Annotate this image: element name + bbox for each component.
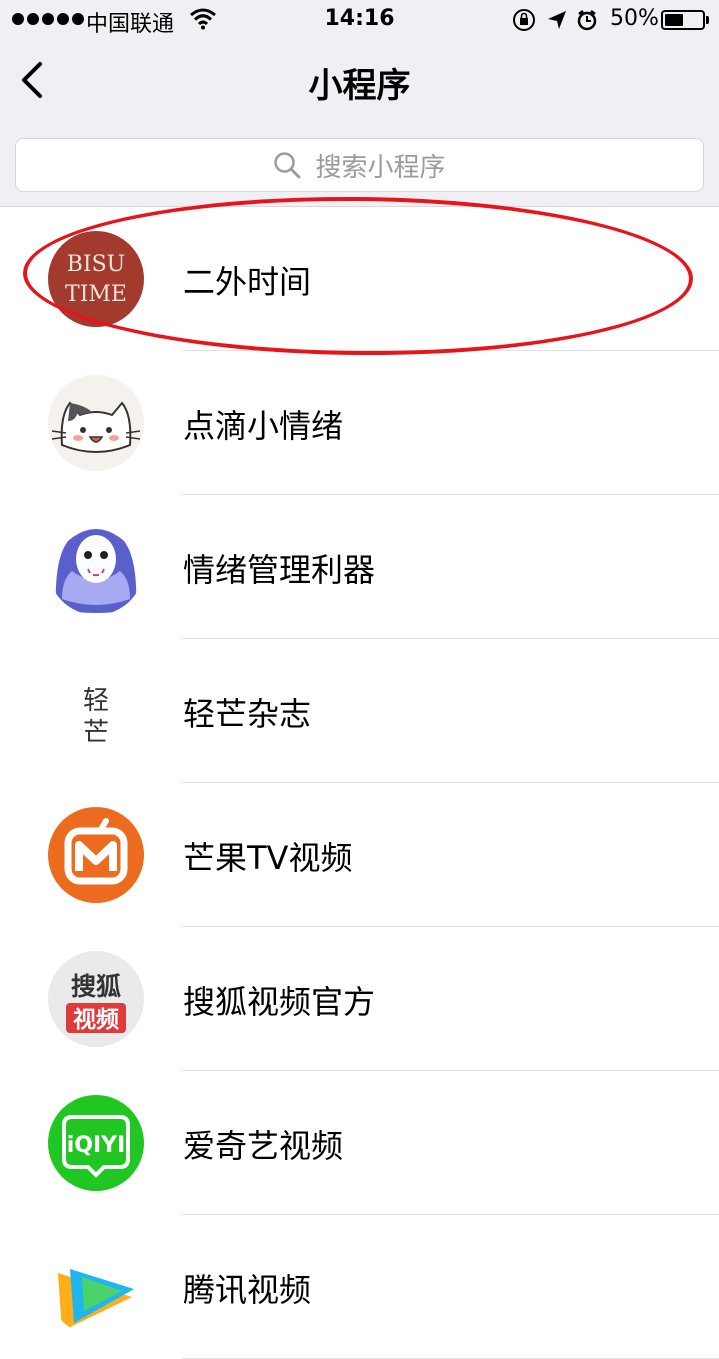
list-item-label: 二外时间 (183, 263, 312, 301)
list-item[interactable]: 情绪管理利器 (0, 495, 719, 639)
page-title: 小程序 (308, 66, 411, 106)
cat-face-icon (48, 375, 144, 471)
list-item[interactable]: 搜狐 视频 搜狐视频官方 (0, 927, 719, 1071)
alarm-icon (577, 10, 597, 31)
masked-ghost-icon (48, 519, 144, 615)
svg-text:视频: 视频 (73, 1006, 119, 1033)
location-arrow-icon (548, 11, 566, 29)
svg-text:搜狐: 搜狐 (71, 972, 121, 1001)
list-item-label: 腾讯视频 (183, 1271, 312, 1309)
svg-text:iQIYI: iQIYI (67, 1133, 126, 1158)
svg-text:芒: 芒 (83, 718, 109, 748)
search-input[interactable]: 搜索小程序 (15, 138, 704, 192)
list-item[interactable]: 芒果TV视频 (0, 783, 719, 927)
list-item-label: 点滴小情绪 (183, 407, 344, 445)
svg-text:TIME: TIME (65, 282, 127, 307)
battery-level-fill (665, 14, 683, 26)
list-item[interactable]: iQIYI 爱奇艺视频 (0, 1071, 719, 1215)
list-item-label: 情绪管理利器 (183, 551, 376, 589)
mango-tv-logo (48, 807, 144, 903)
sohu-video-logo: 搜狐 视频 (48, 951, 144, 1047)
svg-text:BISU: BISU (67, 252, 125, 277)
rotation-lock-icon (513, 9, 535, 31)
search-placeholder: 搜索小程序 (315, 152, 446, 183)
list-item-label: 芒果TV视频 (183, 839, 353, 877)
status-icons (513, 9, 597, 31)
qingmang-logo: 轻 芒 (48, 663, 144, 759)
list-item-label: 轻芒杂志 (183, 695, 312, 733)
tencent-video-logo (48, 1239, 144, 1335)
status-bar: 中国联通 14:16 50% (0, 0, 719, 40)
list-item[interactable]: 轻 芒 轻芒杂志 (0, 639, 719, 783)
list-item[interactable]: BISU TIME 二外时间 (0, 207, 719, 351)
list-item-label: 爱奇艺视频 (183, 1127, 344, 1165)
battery-icon (661, 10, 705, 30)
list-item[interactable]: 点滴小情绪 (0, 351, 719, 495)
bisu-time-logo: BISU TIME (48, 231, 144, 327)
iqiyi-logo: iQIYI (48, 1095, 144, 1191)
battery-percent: 50% (610, 6, 659, 31)
search-icon (274, 152, 301, 179)
svg-text:轻: 轻 (83, 686, 109, 716)
list-item[interactable]: 腾讯视频 (0, 1215, 719, 1359)
list-item-label: 搜狐视频官方 (183, 983, 376, 1021)
battery-cap (706, 16, 709, 24)
